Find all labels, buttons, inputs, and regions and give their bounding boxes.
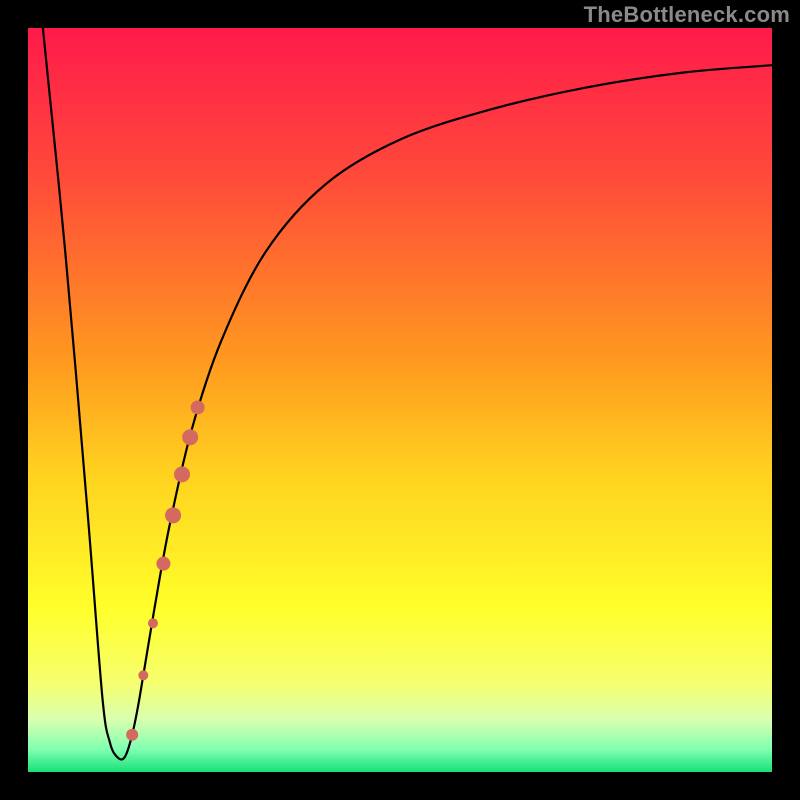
marker-dot: [174, 466, 190, 482]
chart-frame: [28, 28, 772, 772]
bottleneck-curve: [43, 28, 772, 759]
marker-dot: [191, 400, 205, 414]
marker-dot: [156, 557, 170, 571]
plot-area: [28, 28, 772, 772]
chart-svg: [28, 28, 772, 772]
watermark-text: TheBottleneck.com: [584, 2, 790, 28]
marker-dot: [148, 618, 158, 628]
marker-dot: [165, 507, 181, 523]
marker-dot: [182, 429, 198, 445]
marker-dot: [126, 729, 138, 741]
marker-dot: [138, 670, 148, 680]
markers-group: [126, 400, 204, 740]
